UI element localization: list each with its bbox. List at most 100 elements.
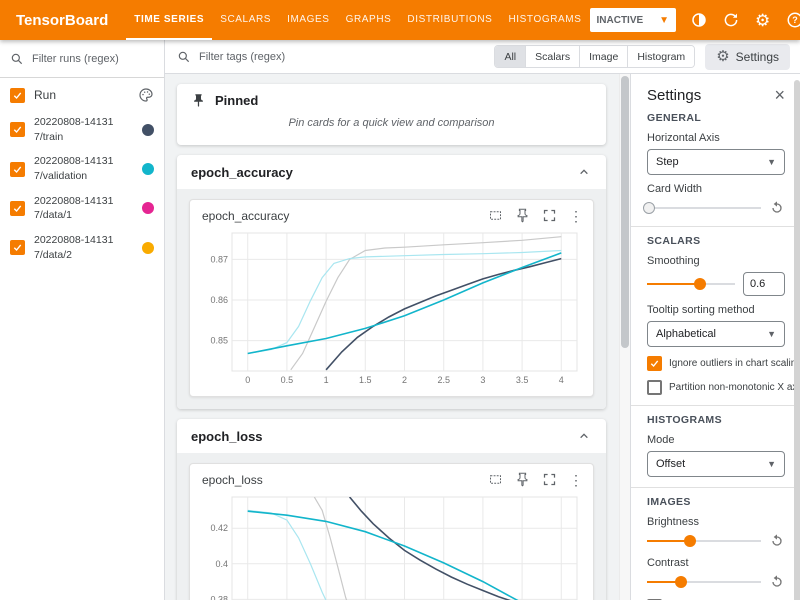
smoothing-slider[interactable]	[647, 277, 735, 291]
settings-scrollbar[interactable]	[793, 74, 800, 600]
pin-icon[interactable]	[515, 208, 530, 223]
tab-scalars[interactable]: SCALARS	[212, 0, 279, 40]
tooltip-sorting-value: Alphabetical	[656, 328, 716, 340]
smoothing-value-input[interactable]	[743, 272, 785, 296]
run-color-dot	[142, 163, 154, 175]
histogram-mode-value: Offset	[656, 458, 685, 470]
run-name: 20220808-141317/train	[34, 115, 122, 144]
run-row[interactable]: 20220808-141317/data/1	[0, 189, 164, 228]
tab-time-series[interactable]: TIME SERIES	[126, 0, 212, 40]
histogram-mode-label: Mode	[647, 434, 785, 446]
svg-text:2: 2	[402, 375, 407, 385]
tooltip-sorting-label: Tooltip sorting method	[647, 304, 785, 316]
epoch-loss-chart-card: epoch_loss ⋮ 00.511.522.533.540.360.380.…	[189, 463, 594, 600]
tags-filter-input[interactable]	[199, 51, 484, 63]
horizontal-axis-label: Horizontal Axis	[647, 132, 785, 144]
more-options-icon[interactable]: ⋮	[569, 209, 583, 223]
toggle-scalars[interactable]: Scalars	[525, 46, 579, 67]
ignore-outliers-checkbox[interactable]	[647, 356, 662, 371]
pin-icon[interactable]	[515, 472, 530, 487]
toggle-image[interactable]: Image	[579, 46, 627, 67]
search-icon	[10, 52, 24, 66]
svg-text:0: 0	[245, 375, 250, 385]
fullscreen-icon[interactable]	[542, 208, 557, 223]
smoothing-label: Smoothing	[647, 255, 785, 267]
theme-toggle-icon[interactable]	[689, 11, 708, 30]
runs-list-header: Run	[0, 78, 164, 110]
pinned-empty-text: Pin cards for a quick view and compariso…	[177, 114, 606, 145]
tab-graphs[interactable]: GRAPHS	[338, 0, 400, 40]
svg-text:1.5: 1.5	[359, 375, 372, 385]
toggle-all[interactable]: All	[495, 46, 525, 67]
reset-icon[interactable]	[769, 533, 785, 549]
section-header[interactable]: epoch_accuracy	[177, 155, 606, 189]
tag-type-toggle-group: All Scalars Image Histogram	[494, 45, 695, 68]
main-scrollbar[interactable]	[619, 74, 630, 600]
app-title: TensorBoard	[16, 12, 108, 29]
pinned-title: Pinned	[215, 93, 258, 108]
ignore-outliers-label: Ignore outliers in chart scaling	[669, 358, 800, 369]
reset-icon[interactable]	[769, 574, 785, 590]
section-header[interactable]: epoch_loss	[177, 419, 606, 453]
run-row[interactable]: 20220808-141317/validation	[0, 149, 164, 188]
close-icon[interactable]: ×	[774, 86, 785, 104]
svg-text:4: 4	[559, 375, 564, 385]
scrollbar-thumb[interactable]	[621, 76, 629, 348]
run-checkbox[interactable]	[10, 240, 25, 255]
fit-domain-icon[interactable]	[488, 472, 503, 487]
chevron-up-icon[interactable]	[576, 428, 592, 444]
svg-text:0.87: 0.87	[210, 254, 228, 264]
svg-text:0.86: 0.86	[210, 295, 228, 305]
top-app-bar: TensorBoard TIME SERIES SCALARS IMAGES G…	[0, 0, 800, 40]
runs-filter-input[interactable]	[32, 53, 154, 65]
chevron-down-icon: ▼	[767, 157, 776, 167]
partition-x-axis-label: Partition non-monotonic X axis	[669, 382, 800, 393]
brightness-label: Brightness	[647, 516, 785, 528]
help-icon[interactable]: ?	[785, 11, 800, 30]
tags-toolbar: All Scalars Image Histogram ⚙ Settings	[165, 40, 800, 74]
brightness-slider[interactable]	[647, 534, 761, 548]
settings-title: Settings	[647, 87, 701, 104]
run-name: 20220808-141317/data/1	[34, 194, 122, 223]
gear-icon[interactable]: ⚙	[753, 11, 772, 30]
horizontal-axis-select[interactable]: Step ▼	[647, 149, 785, 175]
contrast-slider[interactable]	[647, 575, 761, 589]
run-checkbox[interactable]	[10, 122, 25, 137]
scrollbar-thumb[interactable]	[794, 80, 800, 600]
run-checkbox[interactable]	[10, 162, 25, 177]
horizontal-axis-value: Step	[656, 156, 679, 168]
runs-sidebar: Run 20220808-141317/train 20220808-14131…	[0, 40, 165, 600]
svg-text:0.4: 0.4	[215, 559, 228, 569]
run-row[interactable]: 20220808-141317/train	[0, 110, 164, 149]
more-options-icon[interactable]: ⋮	[569, 473, 583, 487]
runs-column-header: Run	[34, 88, 56, 102]
settings-button[interactable]: ⚙ Settings	[705, 44, 790, 70]
tags-filter	[177, 50, 484, 64]
run-row[interactable]: 20220808-141317/data/2	[0, 228, 164, 267]
section-epoch-loss: epoch_loss epoch_loss	[177, 419, 606, 600]
epoch-accuracy-chart[interactable]: 00.511.522.533.540.850.860.87	[198, 225, 587, 389]
card-width-slider[interactable]	[647, 201, 761, 215]
pin-icon	[191, 93, 206, 108]
reload-status-select[interactable]: INACTIVE ▼	[590, 8, 677, 32]
tooltip-sorting-select[interactable]: Alphabetical ▼	[647, 321, 785, 347]
chevron-up-icon[interactable]	[576, 164, 592, 180]
run-color-dot	[142, 242, 154, 254]
reset-icon[interactable]	[769, 200, 785, 216]
tab-images[interactable]: IMAGES	[279, 0, 338, 40]
card-width-label: Card Width	[647, 183, 785, 195]
partition-x-axis-checkbox[interactable]	[647, 380, 662, 395]
svg-text:2.5: 2.5	[437, 375, 450, 385]
histogram-mode-select[interactable]: Offset ▼	[647, 451, 785, 477]
refresh-icon[interactable]	[721, 11, 740, 30]
fullscreen-icon[interactable]	[542, 472, 557, 487]
toggle-histogram[interactable]: Histogram	[627, 46, 694, 67]
section-epoch-accuracy: epoch_accuracy epoch_accuracy	[177, 155, 606, 409]
fit-domain-icon[interactable]	[488, 208, 503, 223]
select-all-runs-checkbox[interactable]	[10, 88, 25, 103]
run-checkbox[interactable]	[10, 201, 25, 216]
tab-histograms[interactable]: HISTOGRAMS	[500, 0, 589, 40]
palette-icon[interactable]	[138, 87, 154, 103]
epoch-loss-chart[interactable]: 00.511.522.533.540.360.380.40.42	[198, 489, 587, 600]
tab-distributions[interactable]: DISTRIBUTIONS	[399, 0, 500, 40]
